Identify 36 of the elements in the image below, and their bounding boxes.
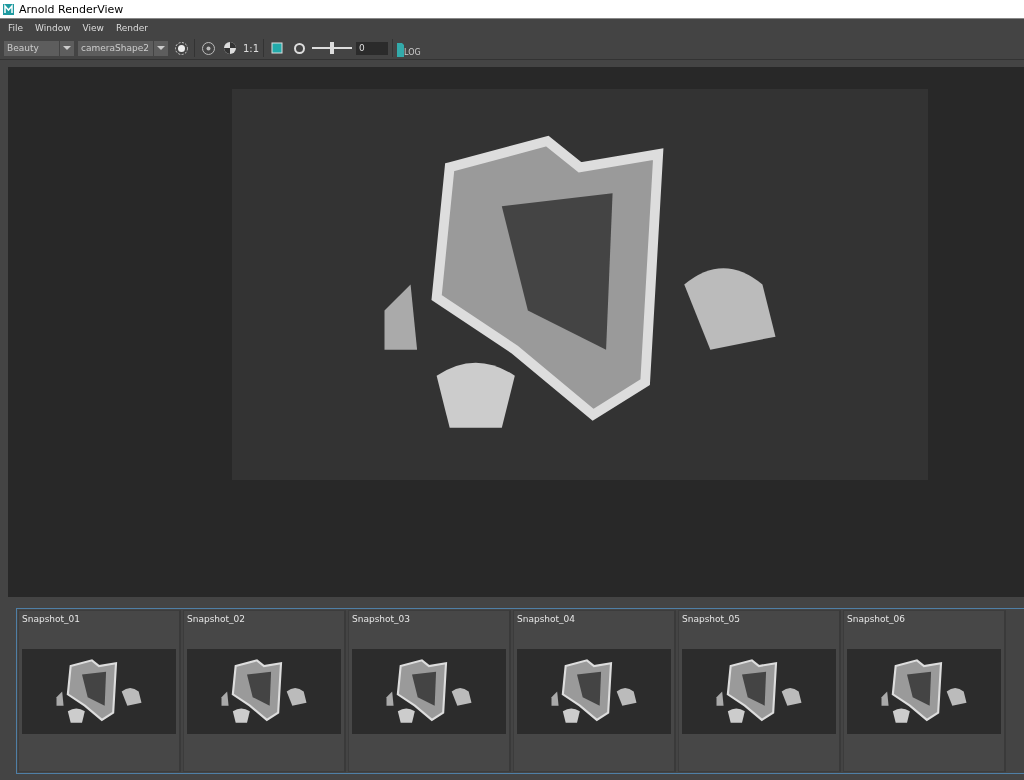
document-icon	[397, 43, 405, 57]
menu-item[interactable]: File	[4, 23, 28, 33]
snapshot-label: Snapshot_06	[847, 614, 907, 626]
rgb-button[interactable]	[199, 39, 217, 57]
caret-icon	[157, 46, 165, 50]
snapshot-card[interactable]: Snapshot_03	[348, 610, 511, 772]
menu-item[interactable]: Render	[111, 23, 152, 33]
snapshot-card[interactable]: Snapshot_04	[513, 610, 676, 772]
snapshot-label: Snapshot_04	[517, 614, 577, 626]
ratio-button[interactable]: 1:1	[243, 42, 260, 54]
snapshot-card[interactable]: Snapshot_06	[843, 610, 1006, 772]
exposure-field[interactable]: 0	[356, 41, 389, 55]
crop-region-icon	[270, 41, 285, 55]
snapshot-card[interactable]: Snapshot_05	[678, 610, 841, 772]
aperture-icon	[293, 42, 305, 54]
alpha-button[interactable]	[221, 39, 239, 57]
snapshot-card[interactable]: Snapshot_01	[18, 610, 181, 772]
snapshot-label: Snapshot_05	[682, 614, 742, 626]
snapshot-label: Snapshot_01	[22, 614, 82, 626]
dotted-circle-icon	[173, 40, 189, 56]
checker-circle-icon	[223, 41, 237, 55]
snapshot-card[interactable]: Snapshot_02	[183, 610, 346, 772]
camera-dropdown[interactable]: cameraShape2	[78, 40, 168, 56]
exposure-slider[interactable]	[312, 42, 353, 54]
snapshot-label: Snapshot_02	[187, 614, 247, 626]
menu-item[interactable]: View	[78, 23, 108, 33]
log-button[interactable]: LOG	[397, 39, 421, 57]
snapshot-label: Snapshot_03	[352, 614, 412, 626]
menu-item[interactable]: Window	[31, 23, 75, 33]
slider-thumb[interactable]	[330, 42, 335, 54]
render-button[interactable]	[172, 39, 190, 57]
app-logo-icon	[3, 3, 14, 15]
window-title: Arnold RenderView	[19, 2, 124, 16]
aov-dropdown[interactable]: Beauty	[4, 40, 74, 56]
caret-icon	[63, 46, 71, 50]
rgb-circle-icon	[200, 40, 216, 56]
